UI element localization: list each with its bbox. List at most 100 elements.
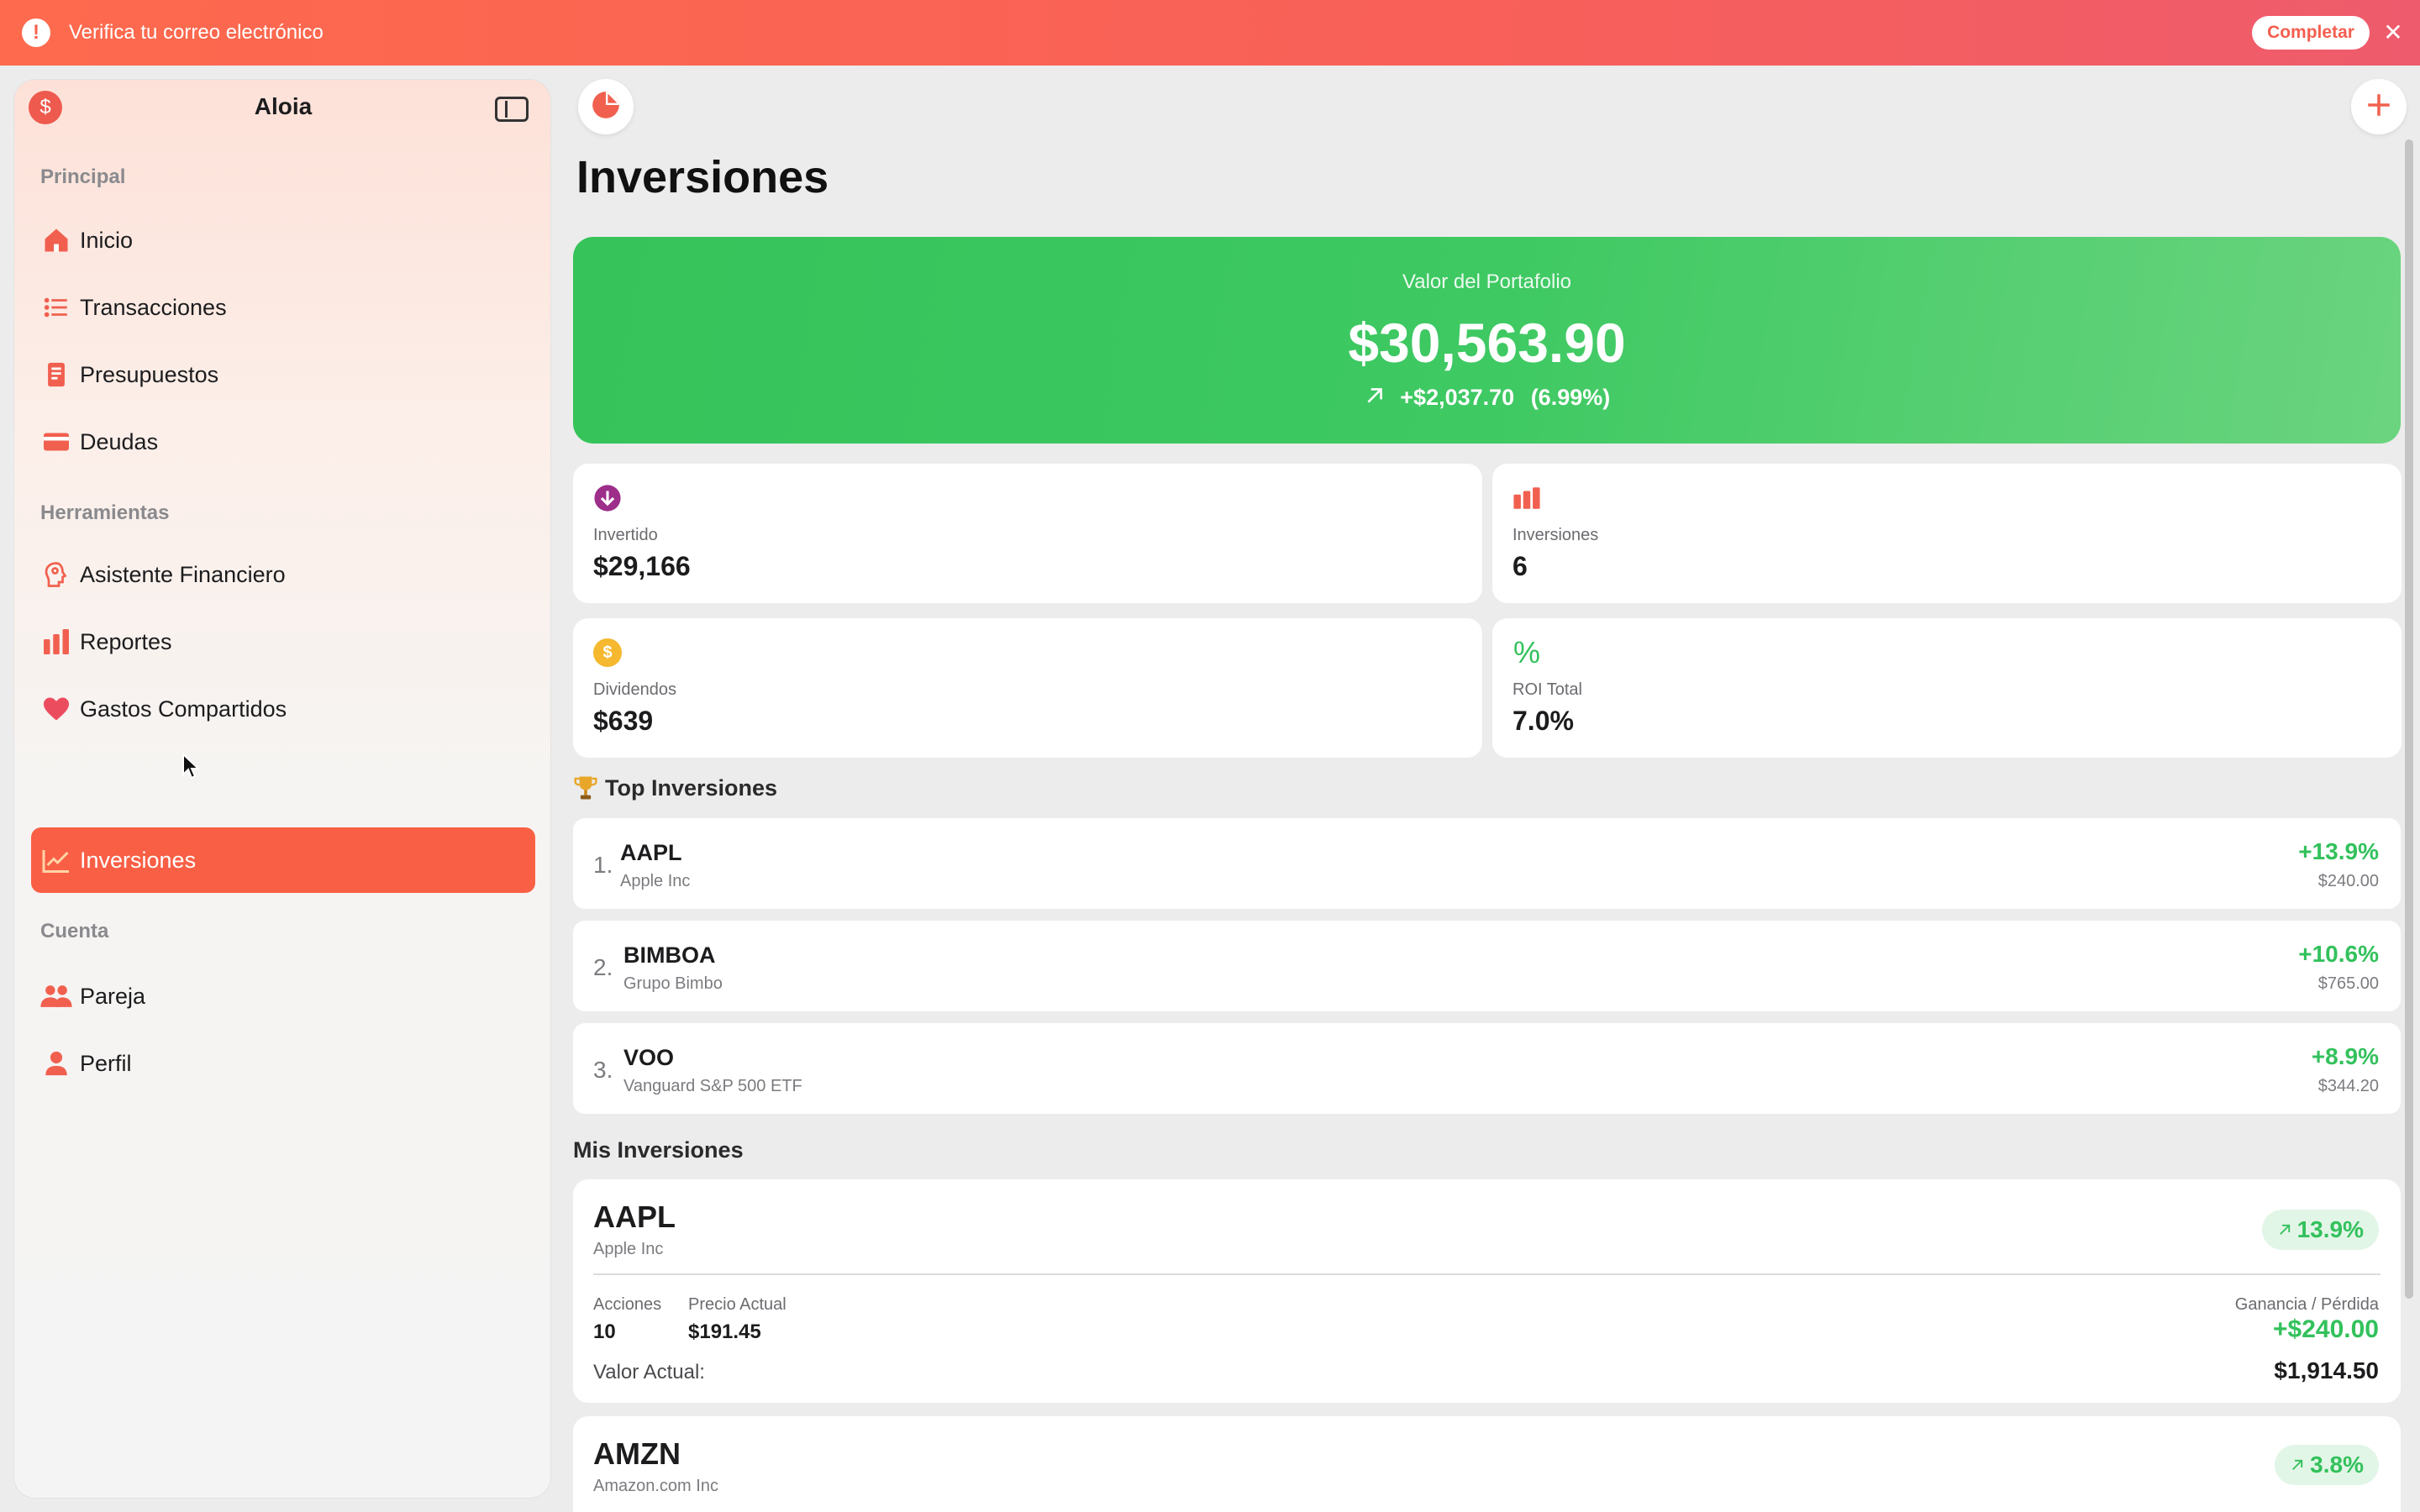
add-investment-button[interactable] (2351, 79, 2407, 134)
verify-email-banner: ! Verifica tu correo electrónico Complet… (0, 0, 2420, 66)
return-badge: 13.9% (2261, 1210, 2379, 1250)
shares-label: Acciones (593, 1295, 662, 1314)
section-cuenta: Cuenta (40, 920, 109, 942)
portfolio-value: $30,563.90 (1348, 312, 1626, 374)
stat-label: Invertido (593, 526, 658, 544)
return-pct: +13.9% (2298, 838, 2379, 864)
sidebar-item-pareja[interactable]: Pareja (31, 963, 535, 1029)
top-investments-title: Top Inversiones (605, 774, 778, 801)
investment-card[interactable]: AAPL Apple Inc 13.9% Acciones 10 Precio … (573, 1179, 2401, 1403)
shares-value: 10 (593, 1320, 616, 1343)
portfolio-value-card: Valor del Portafolio $30,563.90 +$2,037.… (573, 237, 2401, 444)
download-circle-icon (593, 484, 622, 512)
portfolio-label: Valor del Portafolio (1402, 270, 1571, 293)
close-icon[interactable]: ✕ (2380, 17, 2407, 47)
brain-head-icon (39, 558, 73, 591)
sidebar-item-perfil[interactable]: Perfil (31, 1031, 535, 1096)
price-value: $191.45 (688, 1320, 761, 1343)
pie-chart-icon (590, 89, 622, 125)
return-pct: +8.9% (2311, 1043, 2379, 1069)
sidebar-item-gastos-compartidos[interactable]: Gastos Compartidos (31, 676, 535, 742)
section-herramientas: Herramientas (40, 501, 170, 524)
return-badge-value: 13.9% (2296, 1216, 2364, 1242)
investment-card[interactable]: AMZN Amazon.com Inc 3.8% (573, 1416, 2401, 1512)
return-pct: +10.6% (2298, 941, 2379, 967)
my-investments-heading: Mis Inversiones (573, 1137, 744, 1163)
stat-roi-total: % ROI Total 7.0% (1492, 618, 2402, 758)
sidebar-item-label: Reportes (80, 628, 172, 654)
current-value-label: Valor Actual: (593, 1361, 705, 1383)
rank: 2. (593, 954, 613, 980)
ticker: BIMBOA (623, 942, 716, 968)
stat-dividendos: $ Dividendos $639 (573, 618, 1482, 758)
gain-label: Ganancia / Pérdida (2234, 1295, 2379, 1314)
people-icon (39, 979, 73, 1013)
sidebar-item-deudas[interactable]: Deudas (31, 409, 535, 475)
stat-value: 7.0% (1512, 706, 1574, 736)
document-icon (39, 358, 73, 391)
pie-chart-button[interactable] (578, 79, 634, 134)
portfolio-change-pct: (6.99%) (1530, 385, 1611, 410)
stat-label: Dividendos (593, 680, 676, 699)
stat-value: $29,166 (593, 551, 691, 581)
percent-icon: % (1512, 635, 1540, 669)
dollar-coin-icon: $ (593, 638, 622, 667)
return-amount: $240.00 (2317, 872, 2379, 890)
sidebar-item-asistente[interactable]: Asistente Financiero (31, 542, 535, 607)
sidebar-item-label: Asistente Financiero (80, 561, 286, 587)
list-icon (39, 291, 73, 324)
rank: 1. (593, 852, 613, 878)
company-name: Grupo Bimbo (623, 974, 723, 993)
stat-invertido: Invertido $29,166 (573, 464, 1482, 603)
credit-card-icon (39, 425, 73, 459)
scrollbar[interactable] (2405, 139, 2413, 1299)
sidebar-item-inicio[interactable]: Inicio (31, 207, 535, 273)
top-investment-row[interactable]: 1. AAPL Apple Inc +13.9% $240.00 (573, 818, 2401, 909)
sidebar-item-label: Transacciones (80, 294, 227, 320)
mouse-cursor-icon (182, 752, 201, 785)
stat-label: Inversiones (1512, 526, 1599, 544)
company-name: Apple Inc (620, 872, 691, 890)
house-icon (39, 223, 73, 257)
return-amount: $765.00 (2317, 974, 2379, 993)
top-investments-heading: Top Inversiones (573, 774, 777, 801)
trophy-icon (573, 774, 598, 801)
company-name: Vanguard S&P 500 ETF (623, 1077, 802, 1095)
sidebar-item-reportes[interactable]: Reportes (31, 609, 535, 675)
page-title: Inversiones (576, 152, 829, 202)
warning-icon: ! (22, 18, 50, 47)
sidebar-toggle-icon[interactable] (495, 97, 529, 122)
bar-chart-icon (1512, 484, 1541, 512)
sidebar: $ Aloia Principal Inicio Transacciones P… (13, 79, 551, 1499)
portfolio-change-amount: +$2,037.70 (1400, 385, 1515, 410)
sidebar-item-presupuestos[interactable]: Presupuestos (31, 342, 535, 407)
arrow-up-right-icon (2277, 1222, 2292, 1237)
sidebar-item-label: Perfil (80, 1050, 132, 1076)
sidebar-item-label: Inversiones (80, 847, 197, 873)
sidebar-item-label: Deudas (80, 428, 159, 454)
stat-value: 6 (1512, 551, 1528, 581)
stat-value: $639 (593, 706, 654, 736)
return-badge: 3.8% (2275, 1445, 2379, 1485)
arrow-up-right-icon (2290, 1457, 2305, 1473)
ticker: VOO (623, 1045, 675, 1070)
heart-icon (39, 692, 73, 726)
ticker: AAPL (593, 1200, 676, 1234)
price-label: Precio Actual (688, 1295, 786, 1314)
app-title: Aloia (254, 93, 313, 119)
company-name: Amazon.com Inc (593, 1477, 718, 1495)
sidebar-item-inversiones[interactable]: Inversiones (31, 827, 535, 893)
complete-button[interactable]: Completar (2252, 16, 2370, 50)
arrow-up-right-icon (1364, 385, 1386, 412)
sidebar-item-label: Pareja (80, 983, 146, 1009)
trend-chart-icon (39, 843, 73, 877)
divider (593, 1273, 2381, 1275)
stat-label: ROI Total (1512, 680, 1582, 699)
plus-icon (2365, 91, 2393, 123)
banner-message: Verifica tu correo electrónico (69, 21, 324, 44)
top-investment-row[interactable]: 2. BIMBOA Grupo Bimbo +10.6% $765.00 (573, 921, 2401, 1011)
portfolio-change: +$2,037.70 (6.99%) (573, 385, 2401, 412)
current-value: $1,914.50 (2274, 1357, 2379, 1383)
top-investment-row[interactable]: 3. VOO Vanguard S&P 500 ETF +8.9% $344.2… (573, 1023, 2401, 1114)
sidebar-item-transacciones[interactable]: Transacciones (31, 275, 535, 340)
